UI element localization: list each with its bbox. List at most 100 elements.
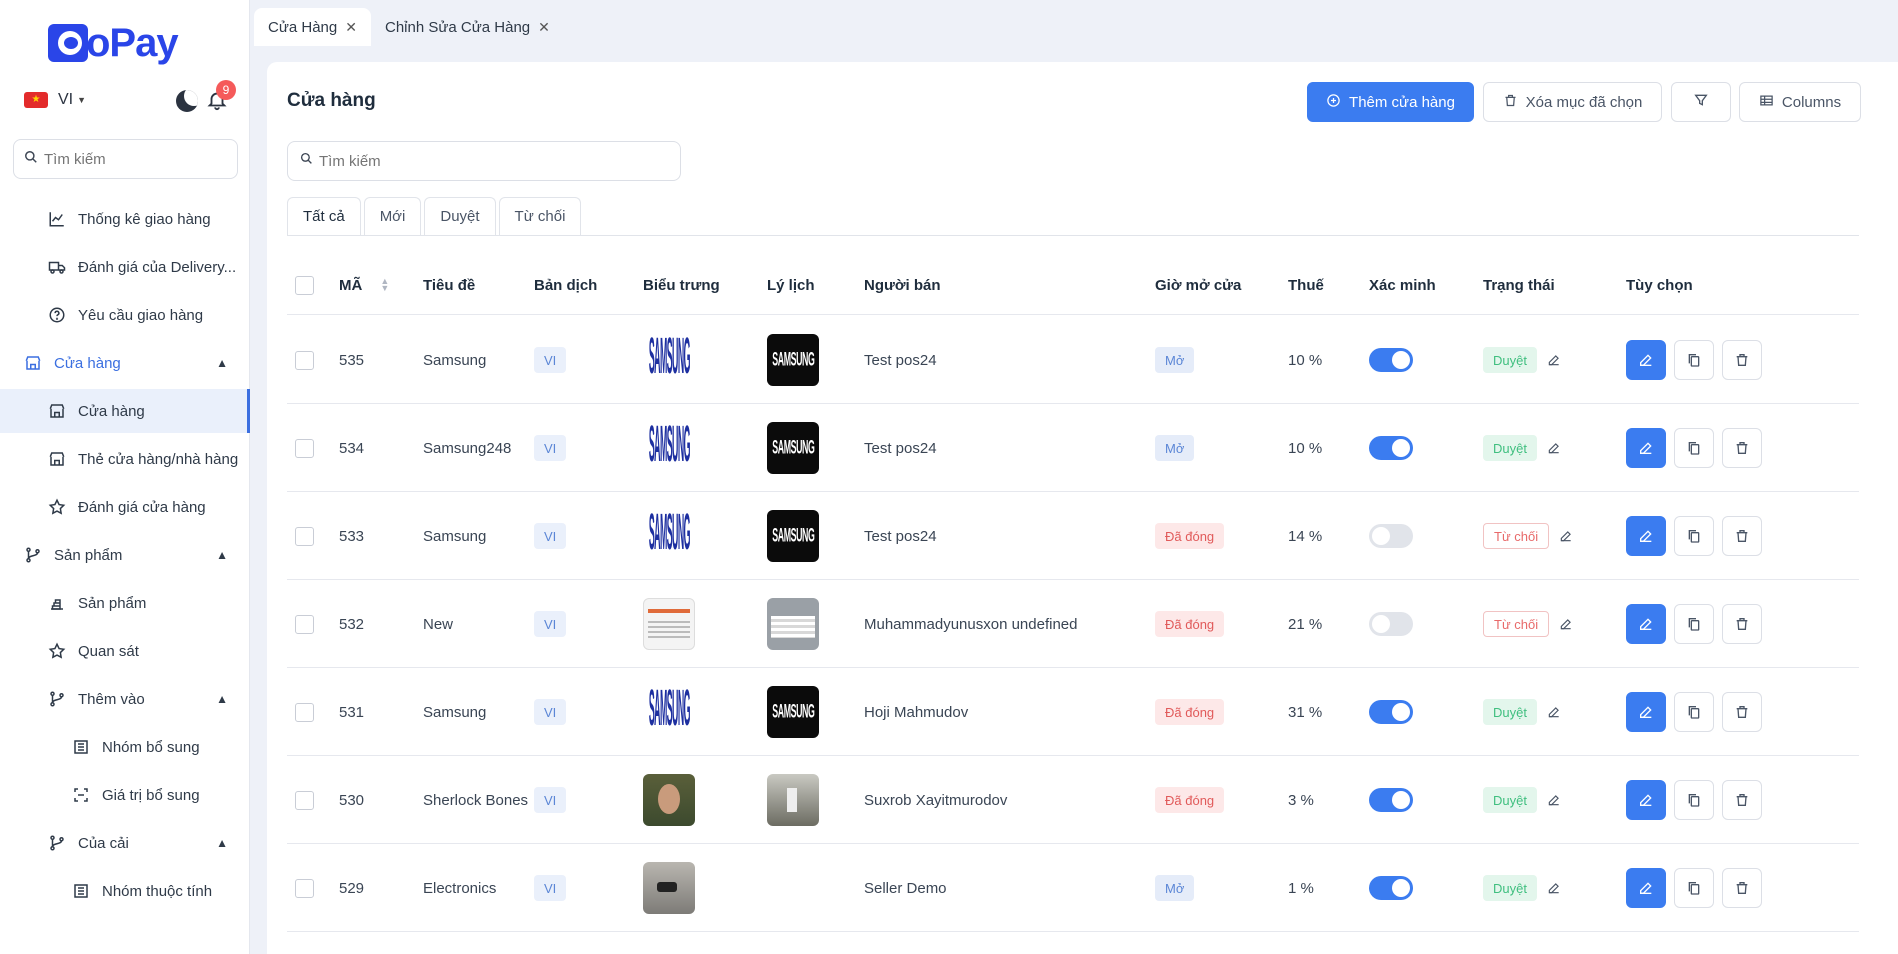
translation-badge[interactable]: VI <box>534 523 567 549</box>
add-shop-button[interactable]: Thêm cửa hàng <box>1307 82 1474 122</box>
row-checkbox[interactable] <box>295 350 314 370</box>
filter-tab-rejected[interactable]: Từ chối <box>498 197 582 235</box>
verified-toggle[interactable] <box>1369 436 1413 460</box>
delete-selected-button[interactable]: Xóa mục đã chọn <box>1483 82 1662 122</box>
verified-toggle[interactable] <box>1369 612 1413 636</box>
sidebar-item-addon-values[interactable]: Giá trị bổ sung <box>0 773 250 817</box>
cell-background <box>767 580 819 668</box>
sidebar-item-shop-reviews[interactable]: Đánh giá cửa hàng <box>0 485 250 529</box>
edit-button[interactable] <box>1626 340 1666 380</box>
sidebar-search[interactable] <box>13 139 238 179</box>
sidebar-item-delivery-requests[interactable]: Yêu cầu giao hàng <box>0 293 250 337</box>
row-checkbox[interactable] <box>295 790 314 810</box>
sidebar-item-products[interactable]: Sản phẩm <box>0 581 250 625</box>
table-search-input[interactable] <box>319 152 659 170</box>
header-logo: Biểu trưng <box>643 276 720 294</box>
verified-toggle[interactable] <box>1369 788 1413 812</box>
edit-button[interactable] <box>1626 780 1666 820</box>
main-card: Cửa hàng Thêm cửa hàng Xóa mục đã chọn C… <box>267 62 1898 954</box>
cell-tax: 31 % <box>1288 703 1323 721</box>
dark-mode-toggle-icon[interactable] <box>176 90 198 112</box>
translation-badge[interactable]: VI <box>534 699 567 725</box>
verified-toggle[interactable] <box>1369 348 1413 372</box>
cell-title: Sherlock Bones <box>423 791 529 809</box>
close-icon[interactable]: ✕ <box>345 19 357 36</box>
delete-button[interactable] <box>1722 868 1762 908</box>
cell-seller: Test pos24 <box>864 439 937 457</box>
row-checkbox[interactable] <box>295 526 314 546</box>
delete-button[interactable] <box>1722 780 1762 820</box>
trash-icon <box>1736 706 1748 718</box>
cell-hours: Đã đóng <box>1155 668 1225 756</box>
copy-button[interactable] <box>1674 780 1714 820</box>
language-selector[interactable]: VI ▼ <box>24 88 86 112</box>
pencil-icon[interactable] <box>1559 617 1573 631</box>
pencil-icon[interactable] <box>1547 441 1561 455</box>
verified-toggle[interactable] <box>1369 524 1413 548</box>
sidebar-group-products[interactable]: Sản phẩm ▲ <box>0 533 250 577</box>
tab-shops[interactable]: Cửa Hàng ✕ <box>254 8 371 46</box>
filter-tab-all[interactable]: Tất cả <box>287 197 361 235</box>
close-icon[interactable]: ✕ <box>538 19 550 36</box>
delete-button[interactable] <box>1722 516 1762 556</box>
delete-button[interactable] <box>1722 692 1762 732</box>
sidebar-item-addon-groups[interactable]: Nhóm bổ sung <box>0 725 250 769</box>
filter-tab-new[interactable]: Mới <box>363 197 422 235</box>
columns-button[interactable]: Columns <box>1739 82 1861 122</box>
filter-button[interactable] <box>1671 82 1731 122</box>
edit-button[interactable] <box>1626 428 1666 468</box>
edit-button[interactable] <box>1626 868 1666 908</box>
sidebar-item-label: Cửa hàng <box>78 402 145 420</box>
copy-button[interactable] <box>1674 868 1714 908</box>
sidebar-group-addons[interactable]: Thêm vào ▲ <box>0 677 250 721</box>
columns-label: Columns <box>1781 93 1842 111</box>
app-logo[interactable]: oPay <box>48 22 179 64</box>
pencil-icon[interactable] <box>1547 881 1561 895</box>
pencil-icon[interactable] <box>1547 793 1561 807</box>
copy-button[interactable] <box>1674 692 1714 732</box>
verified-toggle[interactable] <box>1369 700 1413 724</box>
select-all-checkbox[interactable] <box>295 275 314 295</box>
sidebar-search-input[interactable] <box>44 150 224 168</box>
sidebar-item-observe[interactable]: Quan sát <box>0 629 250 673</box>
pencil-icon[interactable] <box>1559 529 1573 543</box>
edit-button[interactable] <box>1626 516 1666 556</box>
delete-button[interactable] <box>1722 604 1762 644</box>
row-checkbox[interactable] <box>295 438 314 458</box>
delete-button[interactable] <box>1722 428 1762 468</box>
hours-badge: Đã đóng <box>1155 523 1225 549</box>
filter-tab-approved[interactable]: Duyệt <box>424 197 496 235</box>
sidebar-group-shops[interactable]: Cửa hàng ▲ <box>0 341 250 385</box>
pencil-icon[interactable] <box>1547 353 1561 367</box>
header-id[interactable]: MÃ ▲ ▼ <box>339 255 389 315</box>
copy-button[interactable] <box>1674 516 1714 556</box>
copy-button[interactable] <box>1674 340 1714 380</box>
translation-badge[interactable]: VI <box>534 347 567 373</box>
translation-badge[interactable]: VI <box>534 787 567 813</box>
copy-button[interactable] <box>1674 604 1714 644</box>
cell-verified <box>1369 844 1413 932</box>
delete-button[interactable] <box>1722 340 1762 380</box>
translation-badge[interactable]: VI <box>534 611 567 637</box>
sidebar-item-delivery-reviews[interactable]: Đánh giá của Delivery... <box>0 245 250 289</box>
edit-button[interactable] <box>1626 604 1666 644</box>
row-checkbox[interactable] <box>295 702 314 722</box>
table-search[interactable] <box>287 141 681 181</box>
translation-badge[interactable]: VI <box>534 875 567 901</box>
sidebar-item-shops[interactable]: Cửa hàng <box>0 389 250 433</box>
sidebar-group-assets[interactable]: Của cải ▲ <box>0 821 250 865</box>
row-checkbox[interactable] <box>295 614 314 634</box>
edit-button[interactable] <box>1626 692 1666 732</box>
sort-icon[interactable]: ▲ ▼ <box>380 277 389 293</box>
row-checkbox[interactable] <box>295 878 314 898</box>
sidebar-item-attribute-groups[interactable]: Nhóm thuộc tính <box>0 869 250 913</box>
cell-hours: Mở <box>1155 844 1195 932</box>
sidebar-item-delivery-stats[interactable]: Thống kê giao hàng <box>0 197 250 241</box>
sidebar-item-shop-tags[interactable]: Thẻ cửa hàng/nhà hàng <box>0 437 250 481</box>
tab-edit-shop[interactable]: Chỉnh Sửa Cửa Hàng ✕ <box>371 8 564 46</box>
verified-toggle[interactable] <box>1369 876 1413 900</box>
copy-button[interactable] <box>1674 428 1714 468</box>
translation-badge[interactable]: VI <box>534 435 567 461</box>
pencil-icon[interactable] <box>1547 705 1561 719</box>
background-image: SAMSUNG <box>767 686 819 738</box>
